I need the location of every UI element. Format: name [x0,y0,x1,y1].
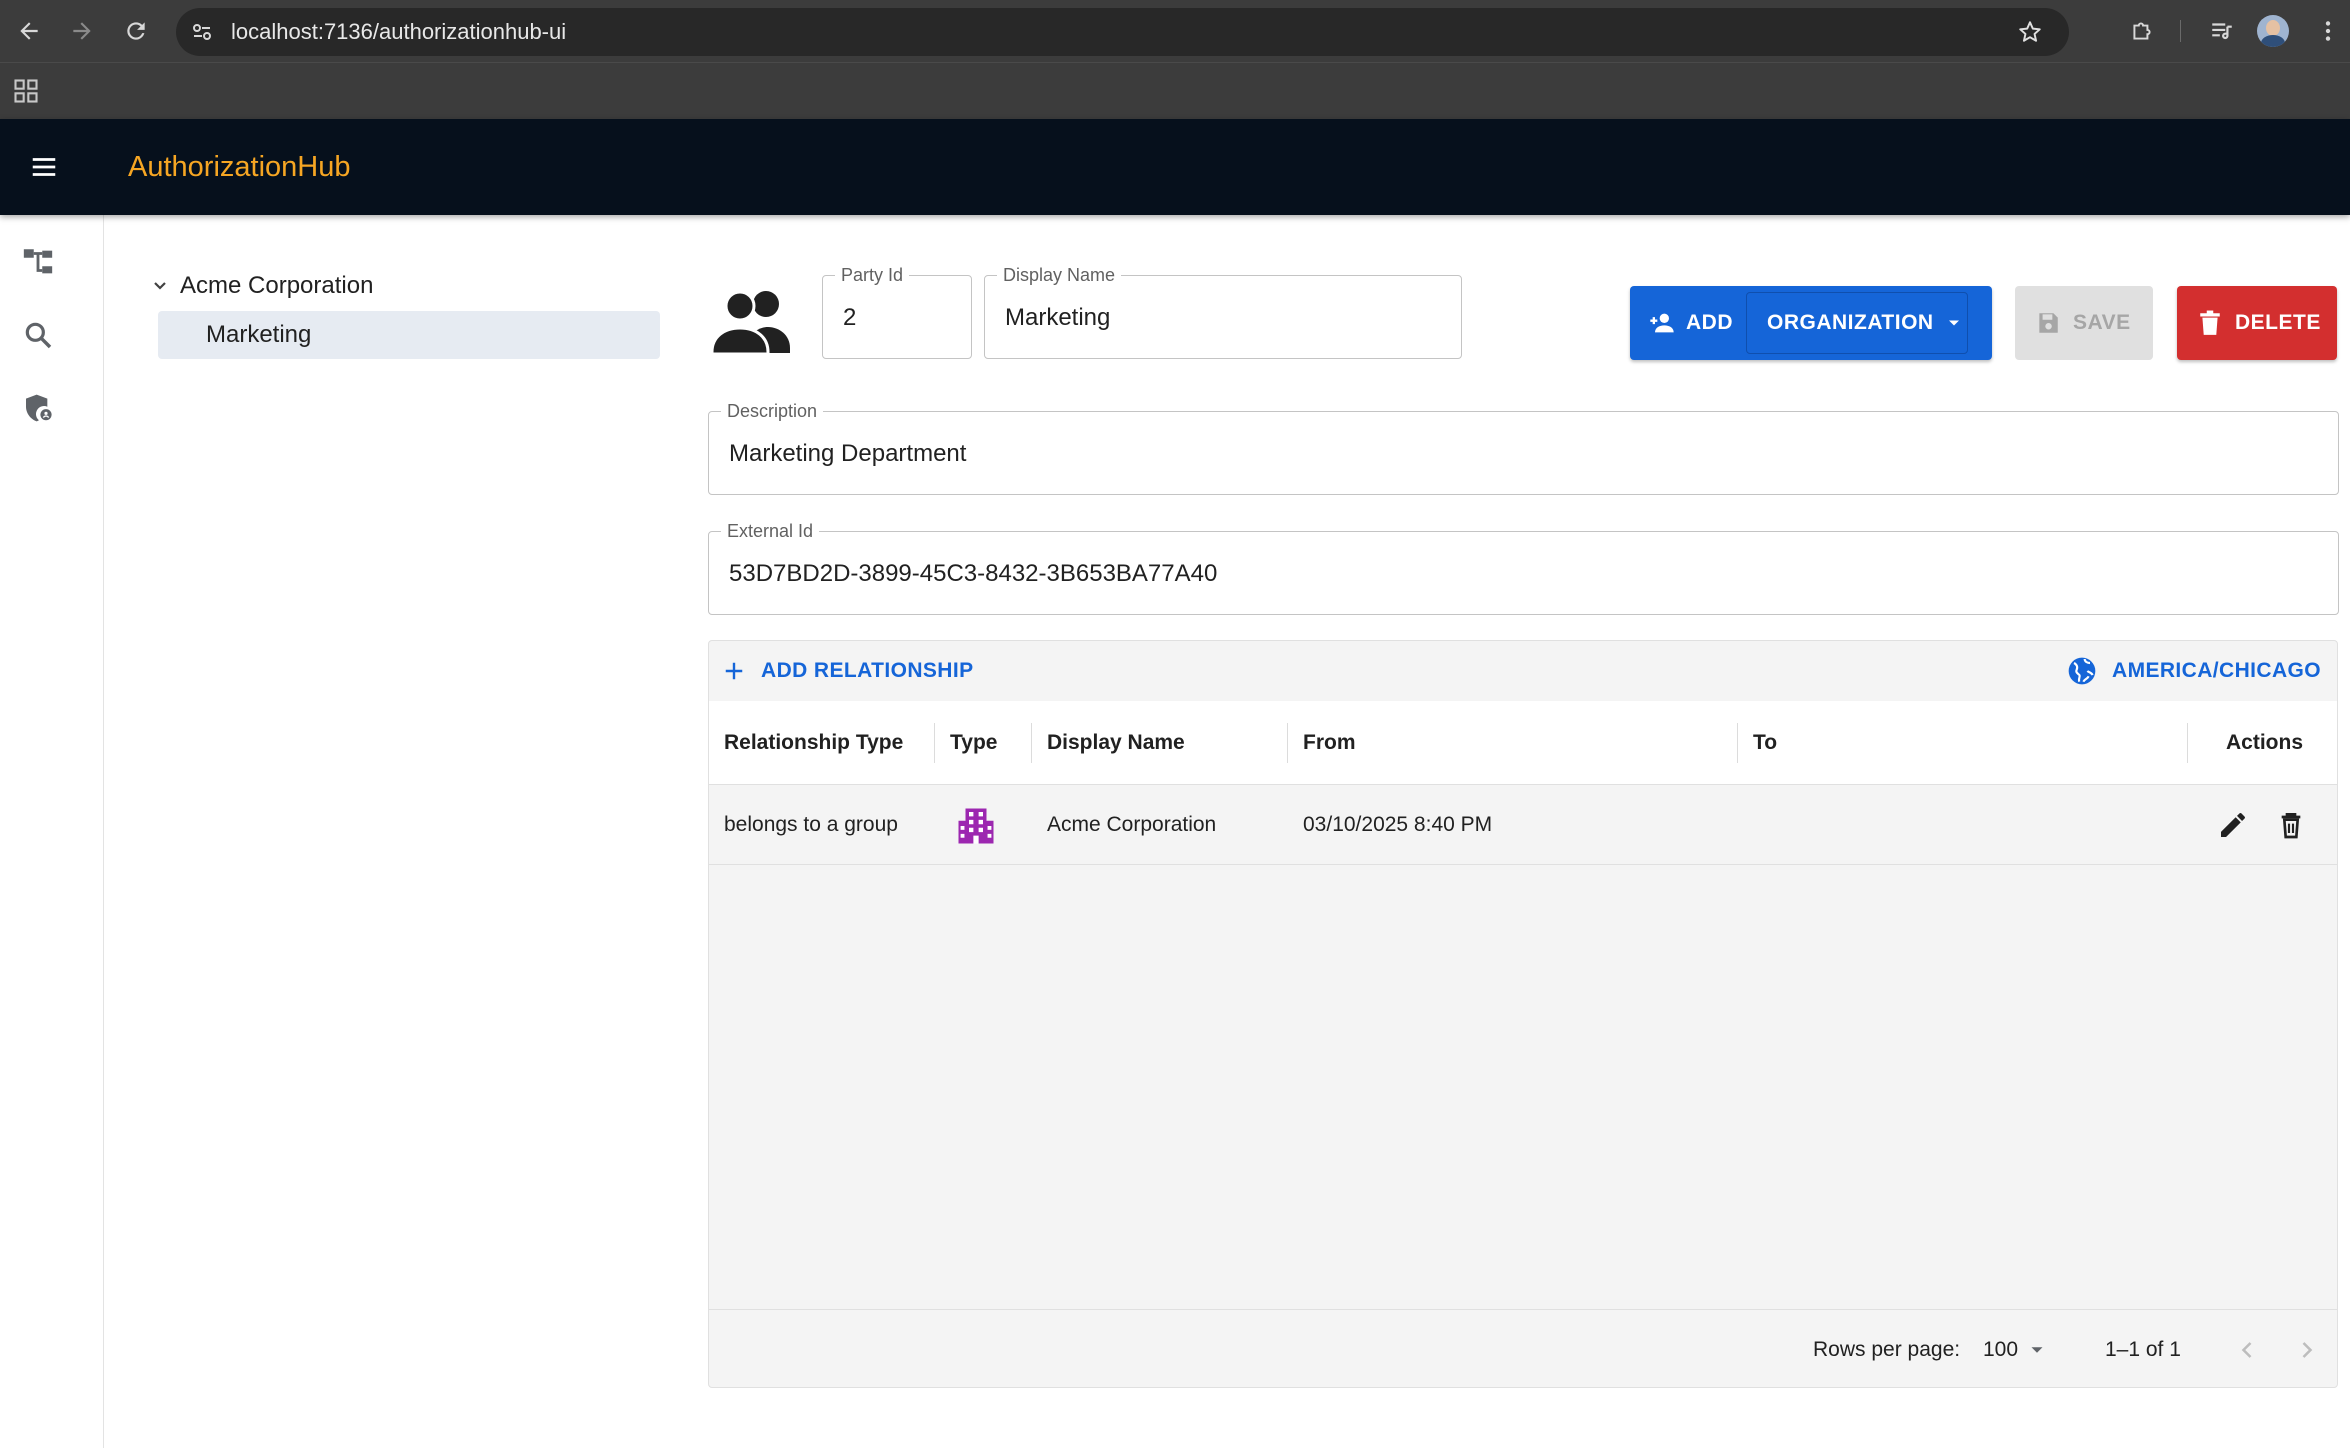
column-separator [1287,723,1288,763]
delete-button[interactable]: DELETE [2177,286,2337,360]
tree-node-label: Acme Corporation [180,272,374,299]
globe-icon [2066,655,2098,687]
column-relationship-type[interactable]: Relationship Type [724,701,903,785]
column-to[interactable]: To [1753,701,1777,785]
cell-from: 03/10/2025 8:40 PM [1303,813,1493,836]
column-type[interactable]: Type [950,701,997,785]
relationships-toolbar: ADD RELATIONSHIP AMERICA/CHICAGO [709,641,2337,701]
description-field[interactable]: Description Marketing Department [708,399,2339,495]
display-name-value: Marketing [1005,304,1111,331]
hierarchy-tree-icon[interactable] [18,242,58,282]
chevron-down-icon[interactable] [148,274,172,298]
caret-down-icon [2026,1339,2048,1361]
display-name-field[interactable]: Display Name Marketing [984,263,1462,359]
organization-building-icon [955,805,997,847]
add-relationship-button[interactable]: ADD RELATIONSHIP [723,641,974,701]
save-button[interactable]: SAVE [2015,286,2153,360]
description-value: Marketing Department [729,440,967,467]
add-button-group: ADD ORGANIZATION [1630,286,1992,360]
url-text: localhost:7136/authorizationhub-ui [231,19,567,44]
delete-button-label: DELETE [2235,311,2321,334]
tree-node-label: Marketing [206,321,312,348]
cell-display-name: Acme Corporation [1047,813,1217,836]
tree-node-marketing[interactable]: Marketing [158,311,660,359]
plus-icon [723,660,745,682]
save-button-label: SAVE [2073,311,2131,334]
add-button-label: ADD [1686,311,1733,334]
edit-pencil-icon[interactable] [2217,809,2249,841]
column-separator [934,723,935,763]
timezone-button[interactable]: AMERICA/CHICAGO [2066,641,2321,701]
table-header: Relationship Type Type Display Name From… [709,701,2337,785]
media-control-icon[interactable] [2204,13,2240,49]
profile-avatar[interactable] [2257,15,2289,47]
rows-per-page-label: Rows per page: [1813,1338,1961,1361]
menu-hamburger-icon[interactable] [22,145,66,189]
more-menu-icon[interactable] [2310,13,2346,49]
rows-per-page-value: 100 [1983,1338,2019,1361]
forward-arrow-icon[interactable] [64,13,100,49]
bookmark-star-icon[interactable] [2017,19,2043,45]
organization-dropdown-label: ORGANIZATION [1767,311,1934,334]
external-id-value: 53D7BD2D-3899-45C3-8432-3B653BA77A40 [729,560,1218,587]
admin-shield-icon[interactable] [18,388,58,428]
app-bar: AuthorizationHub [0,119,2350,215]
delete-trash-icon[interactable] [2275,809,2307,841]
nav-rail [0,215,104,1448]
rows-per-page-select[interactable]: 100 [1983,1310,2048,1390]
apps-grid-icon[interactable] [12,77,40,105]
back-arrow-icon[interactable] [11,13,47,49]
browser-toolbar: localhost:7136/authorizationhub-ui [0,0,2350,62]
extensions-puzzle-icon[interactable] [2124,13,2160,49]
add-button[interactable]: ADD [1630,286,1744,360]
search-icon[interactable] [18,315,58,355]
person-add-icon [1648,309,1676,337]
timezone-label: AMERICA/CHICAGO [2112,659,2321,682]
table-row[interactable]: belongs to a group Acme Corporation 03/1… [709,785,2337,865]
reload-icon[interactable] [118,13,154,49]
address-bar[interactable]: localhost:7136/authorizationhub-ui [176,8,2069,56]
save-disk-icon [2035,310,2061,336]
caret-down-icon [1944,313,1964,333]
page-info: 1–1 of 1 [2105,1338,2181,1361]
previous-page-chevron-icon[interactable] [2233,1336,2261,1364]
table-pagination: Rows per page: 100 1–1 of 1 [709,1309,2337,1389]
app-title: AuthorizationHub [128,151,351,183]
add-relationship-label: ADD RELATIONSHIP [761,659,974,682]
party-id-field[interactable]: Party Id 2 [822,263,972,359]
bookmarks-bar [0,62,2350,119]
column-separator [1737,723,1738,763]
toolbar-divider [2180,20,2181,42]
relationships-table: ADD RELATIONSHIP AMERICA/CHICAGO Relatio… [708,640,2338,1388]
tree-node-acme-corporation[interactable]: Acme Corporation [148,268,373,304]
site-info-icon[interactable] [190,20,214,44]
next-page-chevron-icon[interactable] [2293,1336,2321,1364]
party-id-value: 2 [843,304,857,331]
trash-icon [2199,310,2221,336]
organization-dropdown-button[interactable]: ORGANIZATION [1746,292,1968,354]
group-people-icon [708,286,798,356]
column-from[interactable]: From [1303,701,1356,785]
external-id-field[interactable]: External Id 53D7BD2D-3899-45C3-8432-3B65… [708,519,2339,615]
column-separator [2187,723,2188,763]
column-display-name[interactable]: Display Name [1047,701,1185,785]
column-separator [1031,723,1032,763]
cell-relationship-type: belongs to a group [724,813,898,836]
column-actions: Actions [2226,731,2304,754]
